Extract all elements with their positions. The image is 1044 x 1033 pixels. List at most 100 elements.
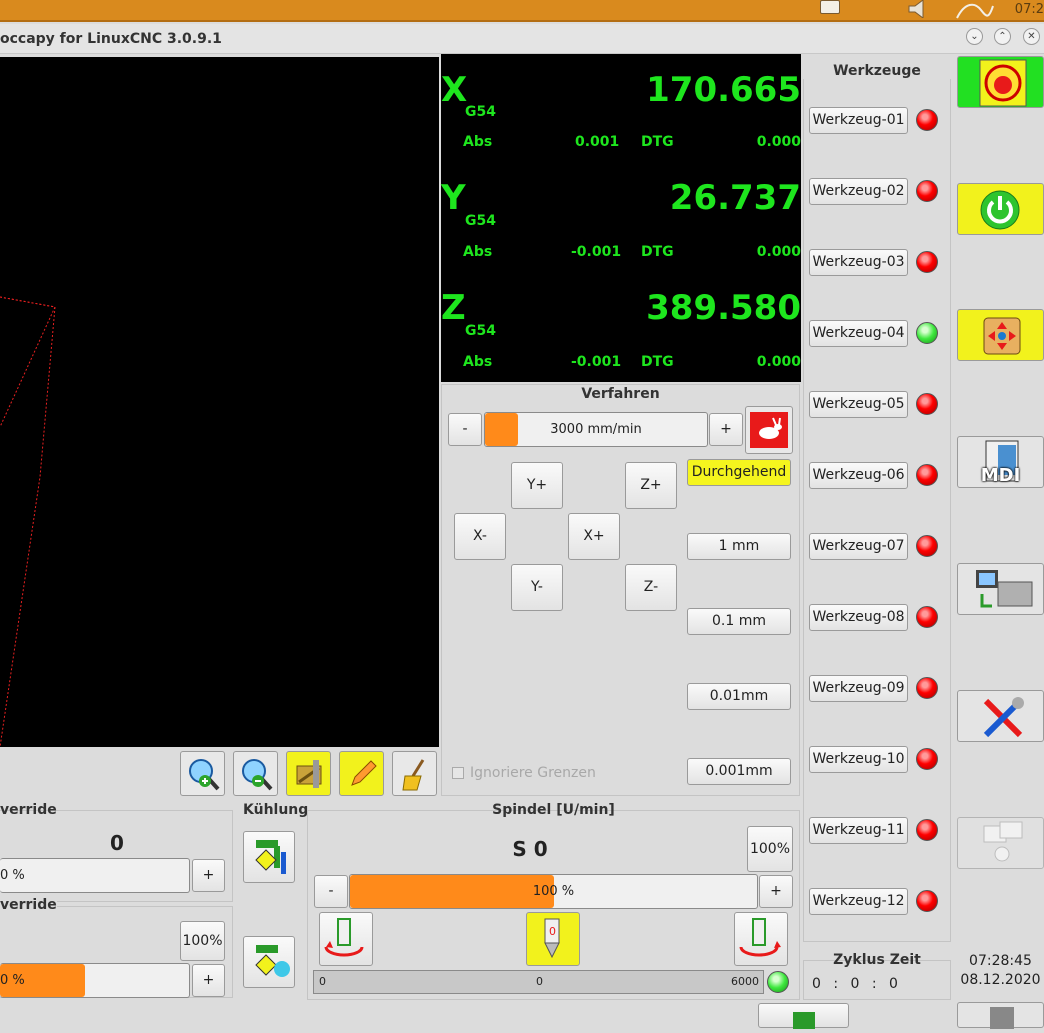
spindle-override-minus-button[interactable]: - — [314, 875, 348, 908]
jog-z-minus-button[interactable]: Z- — [625, 564, 677, 611]
cycle-time-value: 0 : 0 : 0 — [812, 976, 902, 992]
jog-speed-minus-button[interactable]: - — [448, 413, 482, 446]
axis-x-value[interactable]: 170.665 — [646, 70, 801, 110]
axis-x-coord: G54 — [465, 104, 496, 120]
feed-override-slider[interactable]: 0 % — [0, 858, 190, 893]
fullscreen-icon — [793, 1012, 815, 1029]
increment-0-01mm-button[interactable]: 0.01mm — [687, 683, 791, 710]
axis-z-value[interactable]: 389.580 — [646, 288, 801, 328]
network-icon[interactable] — [955, 0, 995, 20]
exit-button[interactable] — [957, 1002, 1044, 1029]
svg-text:0: 0 — [549, 925, 556, 938]
rapid-toggle-button[interactable] — [745, 406, 793, 454]
feed-override-plus-button[interactable]: + — [192, 859, 225, 892]
tool-status-led — [916, 890, 938, 912]
zoom-out-icon — [242, 759, 273, 791]
user-tabs-button[interactable] — [957, 817, 1044, 869]
edit-button[interactable] — [339, 751, 384, 796]
tool-status-led — [916, 180, 938, 202]
tool-select-button[interactable]: Werkzeug-11 — [809, 817, 908, 844]
jog-x-plus-button[interactable]: X+ — [568, 513, 620, 560]
gcode-preview[interactable] — [0, 57, 439, 748]
clipboard-icon[interactable] — [820, 0, 840, 14]
jog-z-plus-button[interactable]: Z+ — [625, 462, 677, 509]
tool-select-button[interactable]: Werkzeug-12 — [809, 888, 908, 915]
increment-continuous-button[interactable]: Durchgehend — [687, 459, 791, 486]
jog-arrows-icon — [983, 317, 1021, 355]
caliper-icon — [296, 760, 322, 788]
axis-y-value[interactable]: 26.737 — [670, 178, 801, 218]
tool-status-led — [916, 109, 938, 131]
window-title: occapy for LinuxCNC 3.0.9.1 — [0, 31, 222, 47]
spindle-ccw-icon — [324, 918, 364, 957]
max-override-slider[interactable]: 0 % — [0, 963, 190, 998]
tool-select-button[interactable]: Werkzeug-10 — [809, 746, 908, 773]
increment-0-1mm-button[interactable]: 0.1 mm — [687, 608, 791, 635]
spindle-ccw-button[interactable] — [319, 912, 373, 966]
tool-select-button[interactable]: Werkzeug-08 — [809, 604, 908, 631]
speaker-icon[interactable] — [905, 0, 935, 19]
spindle-override-reset-button[interactable]: 100% — [747, 826, 793, 872]
rabbit-icon — [750, 412, 788, 448]
mist-coolant-button[interactable] — [243, 936, 295, 988]
mdi-mode-button[interactable]: MDI — [957, 436, 1044, 488]
axis-y-letter: Y — [441, 178, 466, 218]
fullscreen-button[interactable] — [758, 1003, 849, 1029]
clear-plot-button[interactable] — [392, 751, 437, 796]
user-screen-icon — [983, 821, 1023, 862]
max-override-plus-button[interactable]: + — [192, 964, 225, 997]
auto-mode-button[interactable] — [957, 563, 1044, 615]
settings-button[interactable] — [957, 690, 1044, 742]
broom-icon — [402, 759, 425, 791]
spindle-override-slider[interactable]: 100 % — [349, 874, 758, 909]
spindle-stop-icon: 0 — [544, 918, 560, 959]
tool-select-button[interactable]: Werkzeug-01 — [809, 107, 908, 134]
tool-select-button[interactable]: Werkzeug-02 — [809, 178, 908, 205]
spindle-bar-max: 6000 — [731, 975, 759, 988]
dimensions-button[interactable] — [286, 751, 331, 796]
jog-x-minus-button[interactable]: X- — [454, 513, 506, 560]
axis-z-abs-value: -0.001 — [571, 354, 622, 370]
zoom-in-icon — [189, 759, 220, 791]
emergency-stop-button[interactable] — [957, 56, 1044, 108]
max-override-reset-button[interactable]: 100% — [180, 921, 225, 961]
tool-status-led — [916, 393, 938, 415]
spindle-stop-button[interactable]: 0 — [526, 912, 580, 966]
jog-y-minus-button[interactable]: Y- — [511, 564, 563, 611]
tool-select-button[interactable]: Werkzeug-07 — [809, 533, 908, 560]
minimize-button[interactable]: ⌄ — [966, 28, 983, 45]
increment-1mm-button[interactable]: 1 mm — [687, 533, 791, 560]
jog-speed-slider[interactable]: 3000 mm/min — [484, 412, 708, 447]
axis-x-dtg-label: DTG — [641, 134, 674, 150]
window-titlebar[interactable]: occapy for LinuxCNC 3.0.9.1 ⌄ ⌃ ✕ — [0, 24, 1044, 54]
axis-z-abs-label: Abs — [463, 354, 493, 370]
axis-x-dtg-value: 0.000 — [756, 134, 801, 150]
machine-power-button[interactable] — [957, 183, 1044, 235]
spindle-at-speed-led — [767, 971, 789, 993]
zoom-out-button[interactable] — [233, 751, 278, 796]
power-icon — [980, 190, 1020, 230]
tool-select-button[interactable]: Werkzeug-06 — [809, 462, 908, 489]
spindle-cw-button[interactable] — [734, 912, 788, 966]
axis-z-dtg-label: DTG — [641, 354, 674, 370]
zoom-in-button[interactable] — [180, 751, 225, 796]
axis-y-abs-value: -0.001 — [571, 244, 622, 260]
maximize-button[interactable]: ⌃ — [994, 28, 1011, 45]
manual-mode-button[interactable] — [957, 309, 1044, 361]
flood-coolant-button[interactable] — [243, 831, 295, 883]
tools-title: Werkzeuge — [803, 63, 951, 79]
tool-select-button[interactable]: Werkzeug-09 — [809, 675, 908, 702]
spindle-override-plus-button[interactable]: + — [759, 875, 793, 908]
jog-y-plus-button[interactable]: Y+ — [511, 462, 563, 509]
jog-speed-plus-button[interactable]: + — [709, 413, 743, 446]
close-button[interactable]: ✕ — [1023, 28, 1040, 45]
spindle-speed-bar: 0 0 6000 — [313, 970, 764, 994]
spindle-cw-icon — [739, 918, 781, 957]
axis-z-coord: G54 — [465, 323, 496, 339]
tool-select-button[interactable]: Werkzeug-03 — [809, 249, 908, 276]
increment-0-001mm-button[interactable]: 0.001mm — [687, 758, 791, 785]
ignore-limits-checkbox[interactable] — [452, 767, 464, 779]
tool-select-button[interactable]: Werkzeug-05 — [809, 391, 908, 418]
tool-select-button[interactable]: Werkzeug-04 — [809, 320, 908, 347]
axis-y-abs-label: Abs — [463, 244, 493, 260]
